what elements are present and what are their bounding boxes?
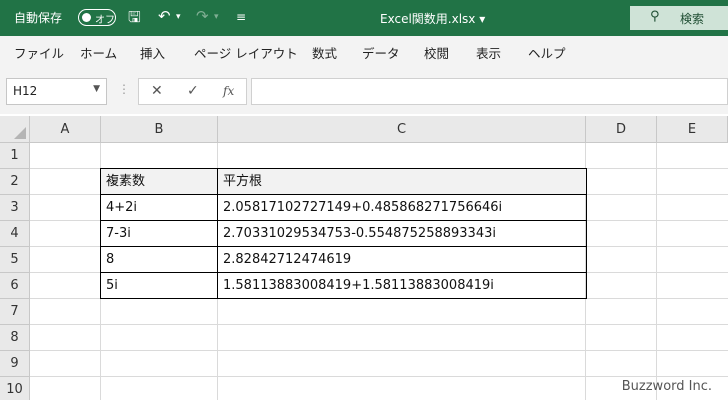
save-icon[interactable]: 🖫 bbox=[128, 7, 141, 32]
redo-icon[interactable]: ↷ bbox=[196, 7, 209, 25]
table-border bbox=[100, 246, 587, 247]
ribbon-tabs: ファイル ホーム 挿入 ページ レイアウト 数式 データ 校閲 表示 ヘルプ bbox=[0, 36, 728, 66]
search-box[interactable]: ⚲ 検索 bbox=[630, 6, 728, 30]
tab-help[interactable]: ヘルプ bbox=[528, 43, 566, 62]
insert-function-icon[interactable]: fx bbox=[223, 84, 234, 98]
tab-page-layout[interactable]: ページ レイアウト bbox=[194, 43, 298, 62]
tab-formulas[interactable]: 数式 bbox=[312, 43, 337, 62]
chevron-down-icon[interactable]: ▼ bbox=[93, 84, 100, 94]
tab-review[interactable]: 校閲 bbox=[424, 43, 449, 62]
select-all-corner[interactable] bbox=[0, 116, 30, 143]
enter-icon[interactable]: ✓ bbox=[187, 83, 199, 99]
formula-buttons: ✕ ✓ fx bbox=[138, 78, 247, 105]
row-header-2[interactable]: 2 bbox=[0, 169, 30, 195]
row-header-10[interactable]: 10 bbox=[0, 377, 30, 400]
tab-view[interactable]: 表示 bbox=[476, 43, 501, 62]
row-header-3[interactable]: 3 bbox=[0, 195, 30, 221]
column-header-c[interactable]: C bbox=[218, 116, 586, 143]
row-header-5[interactable]: 5 bbox=[0, 247, 30, 273]
formula-bar-grip-icon: ⋮ bbox=[118, 82, 130, 96]
row-header-9[interactable]: 9 bbox=[0, 351, 30, 377]
table-border bbox=[100, 220, 587, 221]
spreadsheet-grid[interactable]: A B C D E 1 2 3 4 5 6 7 8 9 10 複素数 平方根 4… bbox=[0, 116, 728, 400]
table-border bbox=[217, 168, 218, 299]
table-border bbox=[100, 194, 587, 195]
column-header-d[interactable]: D bbox=[586, 116, 657, 143]
column-header-e[interactable]: E bbox=[657, 116, 728, 143]
undo-dropdown-icon[interactable]: ▾ bbox=[176, 12, 181, 22]
name-box[interactable]: H12 ▼ bbox=[6, 78, 107, 105]
autosave-toggle[interactable]: オフ bbox=[78, 9, 116, 26]
title-bar: 自動保存 オフ 🖫 ↶ ▾ ↷ ▾ ≡ Excel関数用.xlsx ▾ ⚲ 検索 bbox=[0, 0, 728, 36]
tab-home[interactable]: ホーム bbox=[80, 43, 117, 62]
autosave-label: 自動保存 bbox=[14, 11, 63, 25]
toggle-knob bbox=[82, 13, 91, 22]
tab-file[interactable]: ファイル bbox=[14, 43, 64, 62]
customize-toolbar-icon[interactable]: ≡ bbox=[236, 10, 246, 24]
gridline bbox=[30, 350, 728, 351]
file-name[interactable]: Excel関数用.xlsx ▾ bbox=[380, 10, 485, 27]
select-all-triangle-icon bbox=[14, 127, 26, 139]
row-header-4[interactable]: 4 bbox=[0, 221, 30, 247]
column-header-a[interactable]: A bbox=[30, 116, 101, 143]
formula-input[interactable] bbox=[251, 78, 728, 105]
cancel-icon[interactable]: ✕ bbox=[151, 83, 163, 99]
column-header-b[interactable]: B bbox=[101, 116, 218, 143]
undo-icon[interactable]: ↶ bbox=[158, 7, 171, 25]
table-border bbox=[100, 272, 587, 273]
row-header-6[interactable]: 6 bbox=[0, 273, 30, 299]
gridline bbox=[30, 376, 728, 377]
watermark: Buzzword Inc. bbox=[621, 379, 712, 394]
row-header-1[interactable]: 1 bbox=[0, 143, 30, 169]
gridline bbox=[30, 324, 728, 325]
row-header-7[interactable]: 7 bbox=[0, 299, 30, 325]
tab-data[interactable]: データ bbox=[362, 43, 400, 62]
tab-insert[interactable]: 挿入 bbox=[140, 43, 165, 62]
name-box-value: H12 bbox=[13, 84, 38, 98]
autosave-state: オフ bbox=[95, 15, 115, 26]
table-border bbox=[100, 168, 587, 299]
row-header-8[interactable]: 8 bbox=[0, 325, 30, 351]
search-label: 検索 bbox=[680, 12, 705, 26]
redo-dropdown-icon[interactable]: ▾ bbox=[214, 12, 219, 22]
search-icon: ⚲ bbox=[650, 9, 660, 24]
